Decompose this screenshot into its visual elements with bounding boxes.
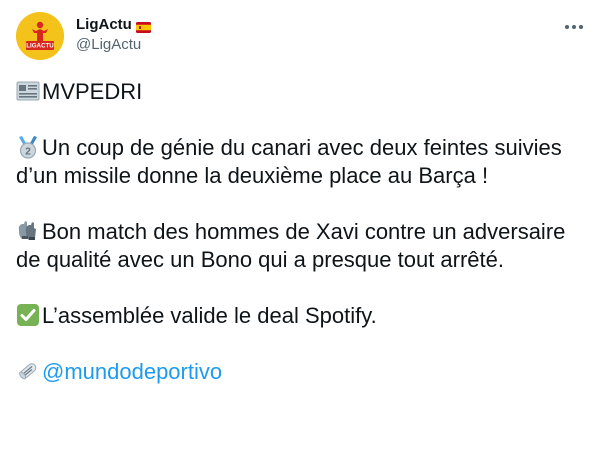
tweet-paragraph-5: @mundodeportivo bbox=[16, 358, 582, 386]
tweet-line-1: MVPEDRI bbox=[42, 79, 143, 104]
tweet-header: LIGACTU LigActu @LigActu bbox=[16, 12, 587, 60]
author-names: LigActu @LigActu bbox=[76, 16, 151, 55]
handle[interactable]: @LigActu bbox=[76, 35, 151, 55]
tweet-text: MVPEDRI 2 Un coup de génie du canari ave… bbox=[16, 78, 582, 386]
svg-text:2: 2 bbox=[25, 147, 31, 158]
newspaper-icon bbox=[16, 79, 40, 103]
tweet-paragraph-3: Bon match des hommes de Xavi contre un a… bbox=[16, 218, 582, 274]
mention-link[interactable]: @mundodeportivo bbox=[42, 359, 222, 384]
tweet-line-4: L’assemblée valide le deal Spotify. bbox=[42, 303, 377, 328]
tweet-line-2: Un coup de génie du canari avec deux fei… bbox=[16, 135, 562, 188]
avatar[interactable]: LIGACTU bbox=[16, 12, 64, 60]
spain-flag-icon bbox=[135, 20, 151, 33]
gloves-icon bbox=[16, 219, 40, 243]
display-name[interactable]: LigActu bbox=[76, 16, 132, 34]
tweet-paragraph-1: MVPEDRI bbox=[16, 78, 582, 106]
more-options-icon[interactable] bbox=[561, 14, 587, 40]
tweet-paragraph-2: 2 Un coup de génie du canari avec deux f… bbox=[16, 134, 582, 190]
avatar-logo-text: LIGACTU bbox=[26, 43, 54, 50]
rolled-newspaper-icon bbox=[16, 359, 40, 383]
second-place-medal-icon: 2 bbox=[16, 135, 40, 159]
check-mark-icon bbox=[16, 303, 40, 327]
tweet-line-3: Bon match des hommes de Xavi contre un a… bbox=[16, 219, 566, 272]
tweet-card[interactable]: LIGACTU LigActu @LigActu MVPEDRI 2 Un co… bbox=[0, 0, 603, 453]
tweet-paragraph-4: L’assemblée valide le deal Spotify. bbox=[16, 302, 582, 330]
